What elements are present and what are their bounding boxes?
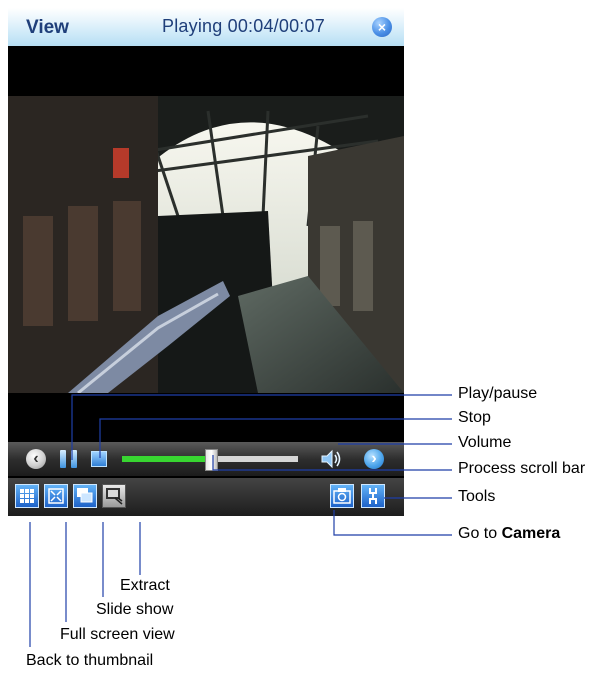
full-screen-view-button[interactable]	[44, 484, 68, 508]
label-extract: Extract	[120, 577, 170, 594]
stop-button[interactable]	[91, 451, 107, 467]
previous-button[interactable]: ‹	[26, 449, 46, 469]
pause-icon-bar	[71, 450, 77, 468]
slide-show-button[interactable]	[73, 484, 97, 508]
playback-controls: ‹ ›	[8, 442, 404, 476]
page-title: View	[26, 17, 69, 38]
expand-icon	[48, 488, 64, 504]
title-bar: View Playing 00:04/00:07 ×	[8, 8, 404, 46]
progress-fill	[122, 456, 210, 462]
label-camera: Camera	[501, 525, 561, 542]
label-tools: Tools	[458, 488, 496, 505]
label-process-scroll-bar: Process scroll bar	[458, 460, 586, 477]
play-pause-button[interactable]	[58, 448, 80, 470]
label-go-to-camera: Go to Camera	[458, 525, 560, 543]
pause-icon	[60, 450, 66, 468]
label-go-to: Go to	[458, 525, 502, 542]
wrench-icon	[369, 488, 377, 504]
playback-status: Playing 00:04/00:07	[162, 16, 325, 36]
video-frame	[8, 96, 404, 393]
extract-button[interactable]	[102, 484, 126, 508]
label-slide-show: Slide show	[96, 601, 174, 618]
label-play-pause: Play/pause	[458, 385, 538, 402]
label-volume: Volume	[458, 434, 512, 451]
close-icon: ×	[377, 19, 387, 35]
label-full-screen-view: Full screen view	[60, 626, 175, 643]
camera-icon	[333, 488, 351, 504]
speaker-icon	[321, 449, 341, 469]
volume-button[interactable]	[319, 447, 343, 471]
process-scroll-bar[interactable]	[122, 449, 298, 471]
chevron-right-icon: ›	[371, 450, 377, 467]
film-extract-icon	[106, 488, 123, 505]
phone-screen: View Playing 00:04/00:07 × ‹ ›	[8, 8, 404, 516]
tools-button[interactable]	[361, 484, 385, 508]
label-back-to-thumbnail: Back to thumbnail	[26, 652, 154, 669]
next-button[interactable]: ›	[364, 449, 384, 469]
bottom-toolbar	[8, 478, 404, 516]
back-to-thumbnail-button[interactable]	[15, 484, 39, 508]
label-stop: Stop	[458, 409, 491, 426]
go-to-camera-button[interactable]	[330, 484, 354, 508]
slides-icon	[77, 488, 93, 503]
progress-thumb[interactable]	[205, 449, 218, 471]
chevron-left-icon: ‹	[33, 450, 39, 467]
close-button[interactable]: ×	[372, 17, 392, 37]
grid-icon	[20, 489, 34, 503]
